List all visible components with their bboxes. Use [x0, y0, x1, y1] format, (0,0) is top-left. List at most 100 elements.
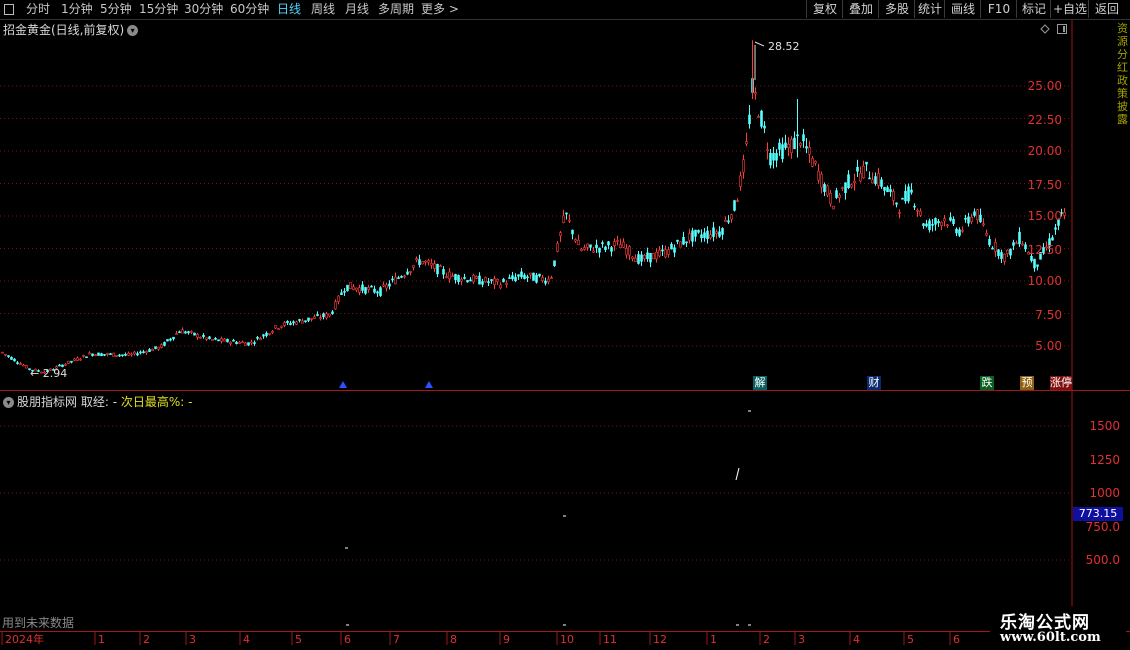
time-label: 2024年 [5, 632, 44, 646]
candle-body [193, 332, 196, 336]
candle-body [700, 234, 703, 239]
candle-body [412, 265, 415, 268]
candle-body [7, 355, 10, 358]
candle-body [577, 239, 580, 246]
candle-body [505, 282, 508, 285]
event-triangle-icon[interactable] [339, 381, 347, 388]
candle-body [424, 260, 427, 263]
indicator-name[interactable]: 股朋指标网 [17, 395, 77, 409]
candle-body [235, 341, 238, 344]
candle-body [559, 232, 562, 237]
candle-body [283, 322, 286, 326]
candle-body [151, 348, 154, 351]
candle-body [940, 221, 943, 226]
candle-body [904, 190, 907, 202]
candle-body [547, 278, 550, 283]
candle-body [769, 152, 772, 166]
candle-body [721, 228, 724, 235]
candle-body [952, 219, 955, 224]
candle-body [490, 279, 493, 281]
candle-body [13, 358, 16, 362]
info-strip[interactable]: 资源分红政策披露 [1117, 22, 1130, 382]
candle-body [616, 240, 619, 242]
candle-body [292, 321, 295, 324]
indicator-tick: 1000 [1089, 486, 1120, 500]
candle-body [397, 277, 400, 279]
candle-body [664, 249, 667, 258]
event-finance-badge[interactable]: 财 [867, 376, 881, 390]
candle-body [418, 259, 421, 265]
candle-body [265, 332, 268, 336]
candle-body [289, 323, 292, 325]
candle-body [463, 277, 466, 279]
candle-body [529, 272, 532, 276]
candle-body [178, 331, 181, 334]
candle-body [832, 205, 835, 210]
time-label: 8 [450, 633, 457, 646]
candle-body [658, 249, 661, 257]
candle-body [709, 234, 712, 239]
candle-body [238, 341, 241, 344]
price-tick: 7.50 [1035, 308, 1062, 322]
candle-body [79, 358, 82, 361]
candle-body [568, 219, 571, 222]
candle-body [118, 354, 121, 357]
candle-body [580, 248, 583, 251]
candle-body [880, 179, 883, 187]
candle-body [373, 288, 376, 293]
candle-body [841, 187, 844, 189]
candle-body [388, 283, 391, 287]
candle-body [835, 190, 838, 198]
candle-body [226, 338, 229, 343]
candle-body [76, 357, 79, 361]
candle-body [154, 346, 157, 349]
candle-body [334, 301, 337, 310]
candle-body [445, 276, 448, 278]
candle-body [103, 354, 106, 356]
event-drop-badge[interactable]: 跌 [980, 376, 994, 390]
candle-body [661, 249, 664, 252]
candle-body [589, 244, 592, 248]
candle-body [655, 251, 658, 260]
candle-body [481, 281, 484, 285]
candle-body [208, 336, 211, 339]
candle-body [718, 231, 721, 237]
event-triangle-icon[interactable] [425, 381, 433, 388]
time-label: 1 [710, 633, 717, 646]
candle-body [409, 271, 412, 273]
event-forecast-badge[interactable]: 预 [1020, 376, 1034, 390]
candle-body [961, 229, 964, 232]
price-tick: 25.00 [1027, 79, 1062, 93]
candle-body [121, 354, 124, 357]
candle-body [298, 319, 301, 321]
candle-body [784, 142, 787, 148]
candle-body [214, 338, 217, 340]
candle-body [271, 331, 274, 333]
time-label: 4 [853, 633, 860, 646]
candle-body [1033, 258, 1036, 269]
candle-body [94, 354, 97, 357]
time-label: 7 [393, 633, 400, 646]
candle-body [370, 285, 373, 288]
candle-body [811, 157, 814, 167]
candle-body [877, 173, 880, 186]
event-unlock-badge[interactable]: 解 [753, 376, 767, 390]
candle-body [826, 185, 829, 196]
candle-body [382, 284, 385, 287]
event-limitup-badge[interactable]: 涨停 [1050, 376, 1072, 390]
candle-body [694, 229, 697, 237]
chevron-down-icon[interactable]: ▾ [3, 397, 14, 408]
candle-body [115, 355, 118, 357]
candle-body [535, 274, 538, 283]
candle-body [1009, 248, 1012, 256]
candle-body [355, 287, 358, 291]
candle-body [1021, 243, 1024, 246]
candle-body [688, 233, 691, 241]
candle-body [487, 281, 490, 283]
candle-body [331, 311, 334, 315]
candle-body [124, 354, 127, 356]
candle-body [199, 336, 202, 339]
candle-body [196, 334, 199, 338]
candle-body [181, 329, 184, 334]
watermark: 乐淘公式网 www.60lt.com [990, 606, 1126, 648]
